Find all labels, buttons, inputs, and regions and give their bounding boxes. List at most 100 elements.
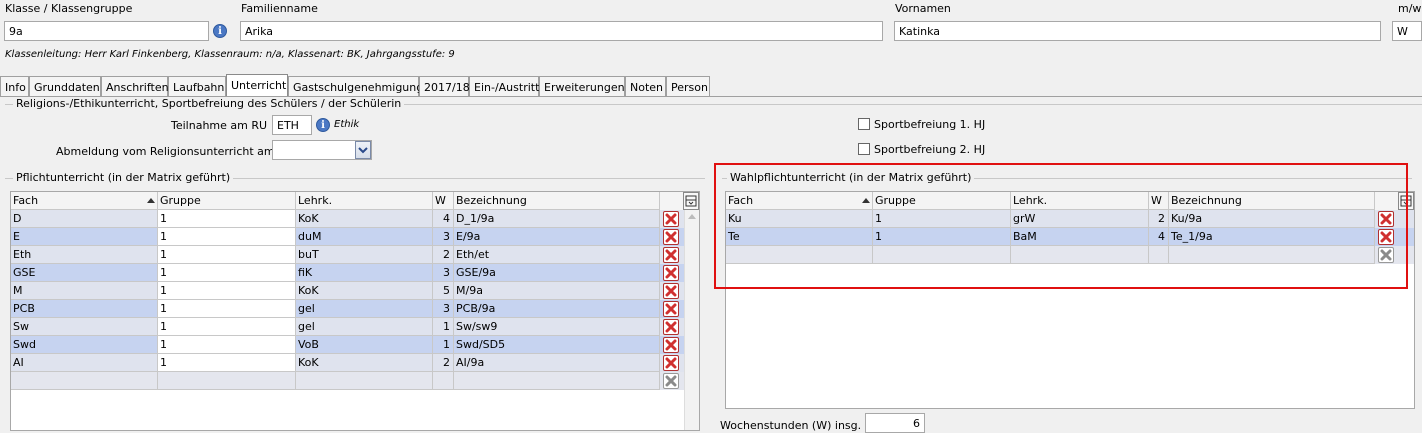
cell-w[interactable]: 1 [433,318,454,336]
col-gruppe[interactable]: Gruppe [158,192,296,210]
cell-fach[interactable] [11,372,158,390]
table-row[interactable]: Swd 1 VoB 1 Swd/SD5 [11,336,699,354]
cell-bezeichnung[interactable]: AI/9a [454,354,660,372]
cell-bezeichnung[interactable] [454,372,660,390]
pflicht-scrollbar[interactable] [684,210,699,430]
table-row[interactable]: AI 1 KoK 2 AI/9a [11,354,699,372]
cell-fach[interactable]: M [11,282,158,300]
cell-lehrk[interactable]: buT [296,246,433,264]
sportbefreiung-2-checkbox[interactable] [858,143,870,155]
delete-row-icon[interactable] [663,373,679,389]
abmeldung-dropdown-button[interactable] [355,141,371,159]
cell-fach[interactable]: PCB [11,300,158,318]
teilnahme-field[interactable]: ETH [272,115,312,135]
delete-row-icon[interactable] [663,319,679,335]
tab-noten[interactable]: Noten [625,76,666,96]
table-row[interactable]: Eth 1 buT 2 Eth/et [11,246,699,264]
tab-grunddaten[interactable]: Grunddaten [29,76,101,96]
cell-fach[interactable]: GSE [11,264,158,282]
tab-erweiterungen[interactable]: Erweiterungen [539,76,625,96]
cell-fach[interactable]: Eth [11,246,158,264]
vornamen-field[interactable]: Katinka [894,21,1381,41]
delete-row-icon[interactable] [663,355,679,371]
cell-bezeichnung[interactable]: Sw/sw9 [454,318,660,336]
delete-row-icon[interactable] [663,211,679,227]
cell-lehrk[interactable]: KoK [296,210,433,228]
cell-lehrk[interactable]: gel [296,318,433,336]
cell-w[interactable]: 5 [433,282,454,300]
tab-person[interactable]: Person [666,76,710,96]
col-fach[interactable]: Fach [11,192,158,210]
cell-gruppe[interactable]: 1 [158,264,296,282]
mw-field[interactable]: W [1392,21,1422,41]
cell-w[interactable]: 4 [433,210,454,228]
tab-gastschulgenehmigung[interactable]: Gastschulgenehmigung [288,76,423,96]
scroll-up-icon[interactable] [688,214,696,219]
cell-bezeichnung[interactable]: PCB/9a [454,300,660,318]
cell-lehrk[interactable]: fiK [296,264,433,282]
cell-fach[interactable]: AI [11,354,158,372]
cell-lehrk[interactable]: gel [296,300,433,318]
table-row[interactable]: D 1 KoK 4 D_1/9a [11,210,699,228]
cell-gruppe[interactable]: 1 [158,336,296,354]
tab-laufbahn[interactable]: Laufbahn [168,76,226,96]
cell-fach[interactable]: D [11,210,158,228]
info-icon[interactable]: i [213,24,227,38]
tab-ein-austritt[interactable]: Ein-/Austritt [469,76,539,96]
cell-lehrk[interactable]: duM [296,228,433,246]
cell-lehrk[interactable] [296,372,433,390]
cell-w[interactable]: 3 [433,228,454,246]
pflicht-group-title: Pflichtunterricht (in der Matrix geführt… [13,171,234,184]
cell-bezeichnung[interactable]: Swd/SD5 [454,336,660,354]
cell-gruppe[interactable]: 1 [158,318,296,336]
table-row[interactable]: GSE 1 fiK 3 GSE/9a [11,264,699,282]
cell-fach[interactable]: Swd [11,336,158,354]
cell-w[interactable]: 1 [433,336,454,354]
cell-bezeichnung[interactable]: Eth/et [454,246,660,264]
tab-info[interactable]: Info [0,76,29,96]
cell-gruppe[interactable]: 1 [158,210,296,228]
new-row[interactable] [11,372,699,390]
delete-row-icon[interactable] [663,337,679,353]
delete-row-icon[interactable] [663,301,679,317]
cell-w[interactable]: 2 [433,246,454,264]
tab-anschriften[interactable]: Anschriften [101,76,169,96]
delete-row-icon[interactable] [663,229,679,245]
column-settings-icon[interactable] [683,192,699,210]
table-row[interactable]: M 1 KoK 5 M/9a [11,282,699,300]
col-w[interactable]: W [433,192,454,210]
cell-gruppe[interactable]: 1 [158,300,296,318]
cell-w[interactable]: 3 [433,264,454,282]
cell-bezeichnung[interactable]: E/9a [454,228,660,246]
tab-unterricht[interactable]: Unterricht [226,74,288,96]
delete-row-icon[interactable] [663,283,679,299]
cell-w[interactable]: 3 [433,300,454,318]
cell-gruppe[interactable]: 1 [158,354,296,372]
cell-w[interactable] [433,372,454,390]
col-lehrk[interactable]: Lehrk. [296,192,433,210]
tab-2017-18[interactable]: 2017/18 [419,76,470,96]
table-row[interactable]: PCB 1 gel 3 PCB/9a [11,300,699,318]
cell-lehrk[interactable]: KoK [296,354,433,372]
delete-row-icon[interactable] [663,265,679,281]
cell-lehrk[interactable]: VoB [296,336,433,354]
cell-gruppe[interactable]: 1 [158,246,296,264]
klasse-field[interactable]: 9a [4,21,209,41]
cell-fach[interactable]: Sw [11,318,158,336]
table-row[interactable]: Sw 1 gel 1 Sw/sw9 [11,318,699,336]
cell-gruppe[interactable]: 1 [158,282,296,300]
table-row[interactable]: E 1 duM 3 E/9a [11,228,699,246]
sportbefreiung-1-checkbox[interactable] [858,118,870,130]
cell-fach[interactable]: E [11,228,158,246]
cell-lehrk[interactable]: KoK [296,282,433,300]
familienname-field[interactable]: Arika [240,21,883,41]
teilnahme-info-icon[interactable]: i [316,118,330,132]
cell-gruppe[interactable] [158,372,296,390]
col-bezeichnung[interactable]: Bezeichnung [454,192,660,210]
cell-bezeichnung[interactable]: D_1/9a [454,210,660,228]
cell-bezeichnung[interactable]: GSE/9a [454,264,660,282]
cell-bezeichnung[interactable]: M/9a [454,282,660,300]
delete-row-icon[interactable] [663,247,679,263]
cell-gruppe[interactable]: 1 [158,228,296,246]
cell-w[interactable]: 2 [433,354,454,372]
